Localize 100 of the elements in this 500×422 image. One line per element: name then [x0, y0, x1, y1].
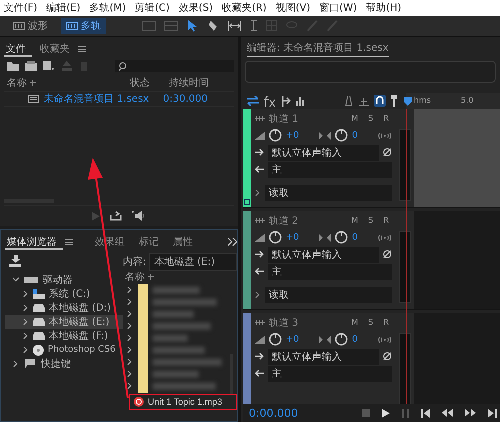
output-dropdown[interactable]: 主 [268, 162, 392, 178]
menu-item[interactable]: 多轨(M) [90, 1, 126, 15]
search-field[interactable] [115, 60, 234, 72]
track-color-strip[interactable] [243, 313, 251, 404]
pan-value[interactable]: 0 [352, 232, 358, 242]
grip-icon[interactable] [255, 116, 265, 121]
track-name[interactable]: 轨道 2 [269, 214, 299, 228]
menu-item[interactable]: 编辑(E) [46, 1, 81, 15]
send-icon[interactable] [281, 96, 291, 106]
track-toggle-button[interactable]: M [348, 216, 362, 225]
phase-icon[interactable] [383, 352, 392, 361]
volume-knob[interactable] [269, 333, 282, 346]
chevron-icon[interactable] [23, 305, 29, 311]
column-header[interactable]: 状态 [130, 76, 150, 90]
volume-value[interactable]: +0 [286, 130, 300, 140]
folder-icon[interactable] [7, 61, 19, 71]
time-selection-icon[interactable] [228, 20, 242, 32]
input-dropdown[interactable]: 默认立体声输入 [268, 348, 379, 364]
metronome-icon[interactable] [344, 96, 354, 106]
column-header[interactable]: 持续时间 [169, 76, 209, 90]
tree-item[interactable]: 本地磁盘 (D:) [5, 301, 123, 315]
file-row[interactable]: 未命名混音项目 1.sesx 0:30.000 [4, 91, 234, 107]
snap-icon[interactable] [374, 95, 386, 107]
chevron-icon[interactable] [23, 333, 29, 339]
pan-knob[interactable] [335, 231, 348, 244]
skip-start-icon[interactable] [421, 408, 430, 418]
swap-icon[interactable] [247, 96, 259, 106]
fx-icon[interactable] [264, 96, 276, 106]
tree-item[interactable]: 驱动器 [5, 273, 123, 287]
playhead-icon[interactable] [404, 96, 412, 106]
rewind-icon[interactable] [442, 409, 454, 417]
phase-icon[interactable] [383, 148, 392, 157]
monitor-icon[interactable] [378, 336, 392, 342]
panel-tab[interactable]: 收藏夹 [38, 42, 76, 56]
chevron-icon[interactable] [255, 190, 261, 196]
more-icon[interactable] [228, 238, 237, 246]
track-toggle-button[interactable]: M [348, 318, 362, 327]
automation-dropdown[interactable]: 读取 [265, 184, 392, 200]
chevron-icon[interactable] [23, 347, 29, 353]
mode-tab[interactable]: 多轨 [61, 18, 106, 34]
input-dropdown[interactable]: 默认立体声输入 [268, 144, 379, 160]
time-ruler[interactable]: hms 5.0 [406, 92, 500, 110]
marker-icon[interactable] [391, 95, 397, 107]
chevron-icon[interactable] [255, 292, 261, 298]
menu-item[interactable]: 文件(F) [4, 1, 38, 15]
grip-icon[interactable] [255, 218, 265, 223]
chevron-icon[interactable] [23, 319, 29, 325]
phase-icon[interactable] [383, 250, 392, 259]
output-dropdown[interactable]: 主 [268, 264, 392, 280]
fast-forward-icon[interactable] [465, 409, 476, 417]
track-toggle-button[interactable]: S [365, 114, 376, 123]
text-cursor-icon[interactable] [250, 20, 258, 32]
volume-value[interactable]: +0 [286, 232, 300, 242]
track-lane[interactable] [414, 109, 500, 207]
panel-tab[interactable]: 标记 [137, 234, 165, 250]
loop-icon[interactable] [110, 211, 122, 221]
menu-item[interactable]: 剪辑(C) [135, 1, 170, 15]
tree-item[interactable]: 系统 (C:) [5, 287, 123, 301]
panel-tab[interactable]: 媒体浏览器 [5, 234, 63, 250]
track-name[interactable]: 轨道 1 [269, 112, 299, 126]
import-icon[interactable] [25, 61, 37, 71]
audio-file-row[interactable]: Unit 1 Topic 1.mp3 [129, 394, 237, 410]
editor-tab[interactable]: 编辑器: 未命名混音项目 1.sesx [247, 41, 389, 57]
track-color-strip[interactable] [243, 211, 251, 309]
track-toggle-button[interactable]: R [380, 216, 392, 225]
chevron-icon[interactable] [13, 277, 19, 283]
tree-item[interactable]: 本地磁盘 (F:) [5, 329, 123, 343]
import-icon[interactable] [9, 255, 23, 267]
monitor-icon[interactable] [378, 132, 392, 138]
play-icon[interactable] [382, 408, 390, 418]
input-dropdown[interactable]: 默认立体声输入 [268, 246, 379, 262]
volume-value[interactable]: +0 [286, 334, 300, 344]
tree-item[interactable]: 快捷键 [5, 357, 123, 371]
track-toggle-button[interactable]: S [365, 216, 376, 225]
menu-item[interactable]: 帮助(H) [366, 1, 402, 15]
grip-icon[interactable] [255, 320, 265, 325]
column-header[interactable]: 名称 [7, 76, 27, 90]
eq-icon[interactable] [296, 96, 306, 106]
mode-tab[interactable]: 波形 [8, 18, 53, 34]
skip-end-icon[interactable] [488, 408, 498, 418]
volume-knob[interactable] [269, 129, 282, 142]
panel-tab[interactable]: 属性 [171, 234, 199, 250]
tree-item[interactable]: Photoshop CS6 [5, 343, 123, 357]
razor-icon[interactable] [208, 19, 220, 33]
pan-knob[interactable] [335, 333, 348, 346]
speaker-icon[interactable] [132, 211, 146, 221]
menu-item[interactable]: 视图(V) [276, 1, 310, 15]
track-toggle-button[interactable]: M [348, 114, 362, 123]
panel-tab[interactable]: 文件 [4, 42, 32, 56]
automation-dropdown[interactable]: 读取 [265, 286, 392, 302]
content-field[interactable]: 本地磁盘 (E:) [149, 253, 237, 271]
menu-icon[interactable] [78, 46, 86, 52]
menu-item[interactable]: 效果(S) [178, 1, 214, 15]
track-color-strip[interactable] [243, 109, 251, 207]
new-file-icon[interactable] [43, 61, 55, 71]
output-dropdown[interactable]: 主 [268, 366, 392, 382]
menu-icon[interactable] [65, 238, 73, 246]
track-toggle-button[interactable]: R [380, 114, 392, 123]
track-name[interactable]: 轨道 3 [269, 316, 299, 330]
pan-value[interactable]: 0 [352, 334, 358, 344]
